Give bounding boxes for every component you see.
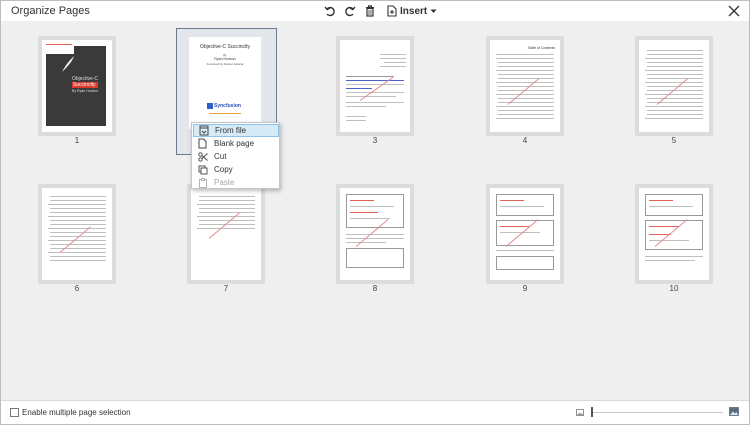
- syncfusion-logo: Syncfusion: [207, 101, 243, 111]
- page-thumbnail-5[interactable]: [635, 36, 713, 136]
- page-preview: [340, 188, 410, 280]
- trash-icon: [366, 5, 374, 17]
- page-preview: [639, 188, 709, 280]
- insert-context-menu: From file Blank page Cut Copy Paste: [191, 122, 280, 189]
- multiple-selection-checkbox[interactable]: [10, 408, 19, 417]
- page-thumbnail-10[interactable]: [635, 184, 713, 284]
- page-number: 4: [522, 136, 528, 145]
- book-author: Ryan Hodson: [214, 57, 236, 61]
- page-number: 9: [522, 284, 528, 293]
- rotate-counterclockwise-icon: [324, 6, 335, 17]
- page-number: 3: [372, 136, 378, 145]
- page-thumbnail-3[interactable]: [336, 36, 414, 136]
- page-number: 10: [669, 284, 679, 293]
- delete-button[interactable]: [361, 3, 379, 19]
- chevron-down-icon: [430, 9, 437, 13]
- menu-item-from-file[interactable]: From file: [193, 124, 279, 137]
- page-preview: Objective-C Succinctly By Ryan Hodson Fo…: [189, 37, 261, 129]
- rotate-clockwise-icon: [345, 6, 356, 17]
- zoom-slider-thumb[interactable]: [591, 407, 593, 417]
- page-preview: [340, 40, 410, 132]
- from-file-icon: [198, 125, 209, 136]
- rotate-counterclockwise-button[interactable]: [321, 3, 339, 19]
- page-number: 6: [74, 284, 80, 293]
- insert-dropdown-button[interactable]: Insert: [387, 3, 437, 19]
- page-thumbnail-6[interactable]: [38, 184, 116, 284]
- menu-item-label: Copy: [214, 165, 233, 174]
- page-preview: Table of Contents: [490, 40, 560, 132]
- rotate-clockwise-button[interactable]: [341, 3, 359, 19]
- page-thumbnail-8[interactable]: [336, 184, 414, 284]
- page-thumbnail-9[interactable]: [486, 184, 564, 284]
- large-image-icon[interactable]: [729, 407, 739, 416]
- page-thumbnail-4[interactable]: Table of Contents: [486, 36, 564, 136]
- page-preview: Objective-C Succinctly By Ryan Hodson: [42, 40, 112, 132]
- menu-item-copy[interactable]: Copy: [193, 163, 279, 176]
- blank-page-icon: [197, 138, 208, 149]
- page-thumbnail-7[interactable]: [187, 184, 265, 284]
- close-icon: [728, 5, 740, 17]
- page-number: 7: [223, 284, 229, 293]
- page-preview: [191, 188, 261, 280]
- book-title: Objective-C Succinctly: [199, 44, 250, 50]
- insert-label: Insert: [400, 5, 428, 17]
- page-preview: [42, 188, 112, 280]
- feather-pen-icon: [62, 56, 74, 72]
- toc-title: Table of Contents: [527, 46, 555, 50]
- scissors-icon: [197, 151, 208, 162]
- menu-item-label: Paste: [214, 178, 235, 187]
- book-foreword: Foreword by Daniel Jebaraj: [206, 62, 244, 66]
- dialog-header: Organize Pages Insert: [1, 1, 749, 21]
- page-number: 5: [671, 136, 677, 145]
- toolbar: Insert: [321, 3, 437, 19]
- multiple-selection-label[interactable]: Enable multiple page selection: [22, 408, 131, 417]
- zoom-slider-track[interactable]: [592, 412, 723, 413]
- menu-item-paste[interactable]: Paste: [193, 176, 279, 189]
- menu-item-label: Blank page: [214, 139, 255, 148]
- insert-page-icon: [387, 5, 397, 17]
- dialog-footer: Enable multiple page selection: [1, 400, 749, 424]
- menu-item-cut[interactable]: Cut: [193, 150, 279, 163]
- menu-item-label: Cut: [214, 152, 227, 161]
- organize-pages-dialog: Organize Pages Insert Objective-C Succin…: [0, 0, 750, 425]
- dialog-title: Organize Pages: [11, 5, 90, 17]
- paste-icon: [197, 177, 208, 188]
- page-number: 8: [372, 284, 378, 293]
- page-thumbnail-grid[interactable]: Objective-C Succinctly By Ryan Hodson 1 …: [1, 21, 749, 400]
- small-image-icon[interactable]: [576, 409, 584, 416]
- close-button[interactable]: [727, 4, 741, 18]
- menu-item-blank-page[interactable]: Blank page: [193, 137, 279, 150]
- copy-icon: [197, 164, 208, 175]
- page-number: 1: [74, 136, 80, 145]
- page-preview: [490, 188, 560, 280]
- menu-item-label: From file: [215, 126, 247, 135]
- cover-author: By Ryan Hodson: [72, 89, 99, 93]
- page-preview: [639, 40, 709, 132]
- page-thumbnail-1[interactable]: Objective-C Succinctly By Ryan Hodson: [38, 36, 116, 136]
